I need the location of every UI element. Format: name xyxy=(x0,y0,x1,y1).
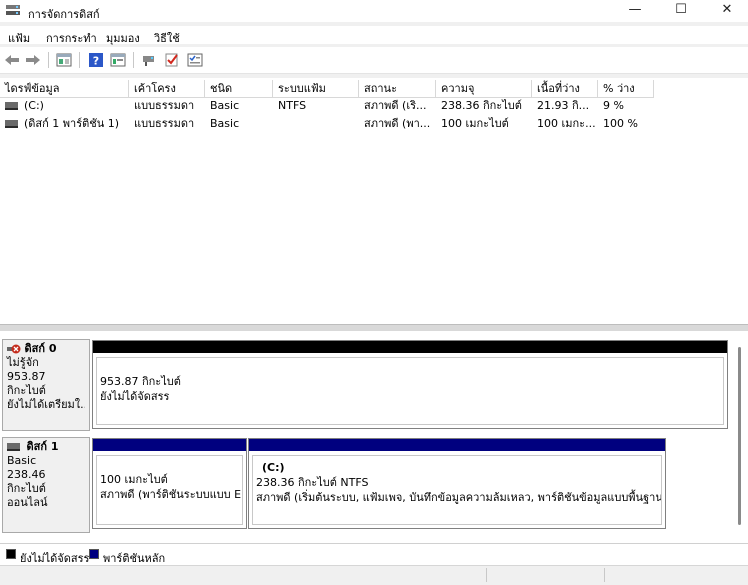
free-space-cell: 21.93 กิ... xyxy=(537,99,590,112)
properties-icon[interactable] xyxy=(110,52,126,68)
menu-file[interactable]: แฟ้ม xyxy=(8,29,30,47)
toolbar: ? xyxy=(0,47,748,74)
layout-cell: แบบธรรมดา xyxy=(134,99,195,112)
disk-1-title: ดิสก์ 1 xyxy=(7,440,85,454)
type-cell: Basic xyxy=(210,99,240,112)
partition-size: 953.87 กิกะไบต์ xyxy=(100,375,181,388)
free-space-cell: 100 เมกะ... xyxy=(537,117,596,130)
volume-cell: (C:) xyxy=(0,98,129,114)
percent-free-cell: 9 % xyxy=(603,99,624,112)
forward-icon[interactable] xyxy=(25,52,41,68)
filesystem-cell xyxy=(273,116,359,132)
type-cell: Basic xyxy=(210,117,240,130)
status-pane-divider xyxy=(486,568,487,582)
unallocated-color-bar xyxy=(93,341,727,353)
unallocated-swatch xyxy=(6,549,16,559)
column-header-free-space[interactable]: เนื้อที่ว่าง xyxy=(532,80,598,98)
volume-icon xyxy=(5,120,18,128)
partition-info: 100 เมกะไบต์ สภาพดี (พาร์ติชันระบบแบบ EF… xyxy=(96,455,243,525)
settings-list-icon[interactable] xyxy=(187,52,203,68)
volume-list: ไดรฟ์ข้อมูล เค้าโครง ชนิด ระบบแฟ้ม สถานะ… xyxy=(0,78,748,324)
partition-size: 238.36 กิกะไบต์ NTFS xyxy=(256,476,369,489)
disk-1-type: Basic xyxy=(7,454,37,467)
filesystem-cell: NTFS xyxy=(278,99,307,112)
capacity-cell: 100 เมกะไบต์ xyxy=(441,117,509,130)
close-button[interactable]: ✕ xyxy=(704,0,748,22)
legend: ยังไม่ได้จัดสรร พาร์ติชันหลัก xyxy=(0,543,748,566)
disk-1-label[interactable]: ดิสก์ 1 Basic 238.46 กิกะไบต์ ออนไลน์ xyxy=(2,437,90,533)
connect-icon[interactable] xyxy=(141,52,157,68)
disk-list-icon[interactable] xyxy=(56,52,72,68)
back-icon[interactable] xyxy=(4,52,20,68)
menu-action[interactable]: การกระทำ xyxy=(46,29,97,47)
column-header-percent-free[interactable]: % ว่าง xyxy=(598,80,654,98)
disk-0-label[interactable]: ดิสก์ 0 ไม่รู้จัก 953.87 กิกะไบต์ ยังไม่… xyxy=(2,339,90,431)
volume-cell: (ดิสก์ 1 พาร์ติชัน 1) xyxy=(0,116,129,132)
column-header-filesystem[interactable]: ระบบแฟ้ม xyxy=(273,80,359,98)
percent-free-cell: 100 % xyxy=(603,117,638,130)
primary-partition-color-bar xyxy=(249,439,665,451)
disk-0-type: ไม่รู้จัก xyxy=(7,356,39,369)
window-title: การจัดการดิสก์ xyxy=(28,8,100,21)
capacity-cell: 238.36 กิกะไบต์ xyxy=(441,99,522,112)
column-header-status[interactable]: สถานะ xyxy=(359,80,436,98)
disk-icon xyxy=(7,443,20,451)
disk-management-icon xyxy=(6,5,20,15)
maximize-button[interactable]: ☐ xyxy=(658,0,704,22)
minimize-button[interactable]: — xyxy=(612,0,658,22)
help-icon[interactable]: ? xyxy=(88,52,104,68)
status-bar xyxy=(0,565,748,585)
menu-help[interactable]: วิธีใช้ xyxy=(154,29,180,47)
efi-system-partition[interactable]: 100 เมกะไบต์ สภาพดี (พาร์ติชันระบบแบบ EF… xyxy=(92,438,247,529)
layout-cell: แบบธรรมดา xyxy=(134,117,195,130)
partition-status: สภาพดี (พาร์ติชันระบบแบบ EFI xyxy=(100,488,243,501)
status-cell: สภาพดี (พา... xyxy=(364,117,431,130)
column-header-type[interactable]: ชนิด xyxy=(205,80,273,98)
vertical-scrollbar[interactable] xyxy=(736,345,744,531)
partition-status: สภาพดี (เริ่มต้นระบบ, แฟ้มเพจ, บันทึกข้อ… xyxy=(256,491,662,504)
disk-0-title: ดิสก์ 0 xyxy=(7,342,85,356)
status-pane-divider xyxy=(604,568,605,582)
partition-info: 953.87 กิกะไบต์ ยังไม่ได้จัดสรร xyxy=(96,357,724,425)
partition-size: 100 เมกะไบต์ xyxy=(100,473,168,486)
primary-partition-swatch xyxy=(89,549,99,559)
column-header-capacity[interactable]: ความจุ xyxy=(436,80,532,98)
toolbar-separator xyxy=(133,52,134,68)
volume-icon xyxy=(5,102,18,110)
partition-info: (C:) 238.36 กิกะไบต์ NTFS สภาพดี (เริ่มต… xyxy=(252,455,662,525)
disk-0-status: ยังไม่ได้เตรียมใ... xyxy=(7,398,85,411)
disk-error-icon xyxy=(7,344,21,354)
title-bar: การจัดการดิสก์ — ☐ ✕ xyxy=(0,0,748,22)
primary-partition-color-bar xyxy=(93,439,246,451)
toolbar-separator xyxy=(48,52,49,68)
scrollbar-thumb[interactable] xyxy=(738,347,741,525)
column-header-layout[interactable]: เค้าโครง xyxy=(129,80,205,98)
disk-graphical-view: ดิสก์ 0 ไม่รู้จัก 953.87 กิกะไบต์ ยังไม่… xyxy=(0,331,748,543)
partition-status: ยังไม่ได้จัดสรร xyxy=(100,390,170,403)
disk-1-size: 238.46 กิกะไบต์ xyxy=(7,468,46,495)
svg-text:?: ? xyxy=(93,55,99,68)
c-drive-partition[interactable]: (C:) 238.36 กิกะไบต์ NTFS สภาพดี (เริ่มต… xyxy=(248,438,666,529)
partition-drive-letter: (C:) xyxy=(262,461,285,474)
disk-1-status: ออนไลน์ xyxy=(7,496,48,509)
menu-view[interactable]: มุมมอง xyxy=(106,29,140,47)
column-header-volume[interactable]: ไดรฟ์ข้อมูล xyxy=(0,80,129,98)
menu-bar: แฟ้ม การกระทำ มุมมอง วิธีใช้ xyxy=(0,26,748,47)
pane-splitter[interactable] xyxy=(0,324,748,331)
check-icon[interactable] xyxy=(164,52,180,68)
toolbar-separator xyxy=(79,52,80,68)
disk-0-size: 953.87 กิกะไบต์ xyxy=(7,370,46,397)
status-cell: สภาพดี (เริ... xyxy=(364,99,427,112)
disk-0-unallocated-partition[interactable]: 953.87 กิกะไบต์ ยังไม่ได้จัดสรร xyxy=(92,340,728,429)
